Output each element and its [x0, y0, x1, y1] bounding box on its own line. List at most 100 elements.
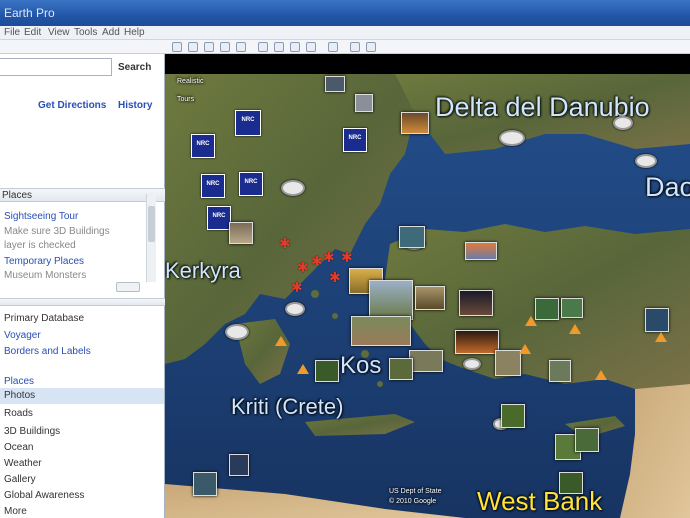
photo-bubble-icon[interactable]	[635, 154, 657, 168]
photo-thumbnail[interactable]	[389, 358, 413, 380]
places-header[interactable]: Places	[0, 188, 165, 202]
red-star-marker-icon[interactable]: ✱	[341, 250, 353, 264]
menu-file[interactable]: File	[4, 27, 20, 38]
layer-item[interactable]: Borders and Labels	[4, 346, 91, 357]
photo-thumbnail[interactable]	[351, 316, 411, 346]
photo-thumbnail[interactable]	[229, 222, 253, 244]
layer-item[interactable]: Voyager	[4, 330, 41, 341]
volcano-marker-icon[interactable]	[655, 332, 667, 342]
photo-thumbnail[interactable]	[501, 404, 525, 428]
history-icon[interactable]	[274, 42, 284, 52]
photo-bubble-icon[interactable]	[613, 116, 633, 130]
photo-thumbnail[interactable]	[315, 360, 339, 382]
places-scrollbar[interactable]	[146, 194, 156, 282]
nrc-marker-icon[interactable]: NRC	[343, 128, 367, 152]
nrc-marker-icon[interactable]: NRC	[207, 206, 231, 230]
place-label-west-bank[interactable]: West Bank	[477, 486, 602, 517]
layer-item[interactable]: Gallery	[4, 474, 36, 485]
place-label-dao[interactable]: Dao	[645, 172, 690, 203]
layer-item[interactable]: Ocean	[4, 442, 33, 453]
email-icon[interactable]	[350, 42, 360, 52]
sidebar-toggle-icon[interactable]	[172, 42, 182, 52]
red-star-marker-icon[interactable]: ✱	[323, 250, 335, 264]
path-icon[interactable]	[220, 42, 230, 52]
photo-bubble-icon[interactable]	[225, 324, 249, 340]
photo-bubble-icon[interactable]	[281, 180, 305, 196]
layer-item-selected[interactable]: Photos	[0, 388, 164, 404]
photo-thumbnail[interactable]	[561, 298, 583, 318]
photo-thumbnail[interactable]	[409, 350, 443, 372]
photo-thumbnail[interactable]	[459, 290, 493, 316]
photo-thumbnail[interactable]	[325, 76, 345, 92]
menu-edit[interactable]: Edit	[24, 27, 41, 38]
places-scrollbar-thumb[interactable]	[148, 206, 155, 242]
photo-bubble-icon[interactable]	[499, 130, 525, 146]
overlay-icon[interactable]	[236, 42, 246, 52]
red-star-marker-icon[interactable]: ✱	[291, 280, 303, 294]
photo-bubble-icon[interactable]	[285, 302, 305, 316]
layer-item[interactable]: Primary Database	[4, 313, 84, 324]
red-star-marker-icon[interactable]: ✱	[311, 254, 323, 268]
photo-thumbnail[interactable]	[369, 280, 413, 320]
layers-header[interactable]	[0, 298, 165, 306]
photo-thumbnail[interactable]	[575, 428, 599, 452]
search-button[interactable]: Search	[118, 62, 151, 73]
menu-view[interactable]: View	[48, 27, 70, 38]
menu-help[interactable]: Help	[124, 27, 145, 38]
volcano-marker-icon[interactable]	[297, 364, 309, 374]
photo-thumbnail[interactable]	[229, 454, 249, 476]
places-nav-buttons[interactable]	[116, 282, 140, 292]
nrc-marker-icon[interactable]: NRC	[201, 174, 225, 198]
history-link[interactable]: History	[118, 100, 152, 111]
photo-thumbnail[interactable]	[415, 286, 445, 310]
volcano-marker-icon[interactable]	[275, 336, 287, 346]
photo-thumbnail[interactable]	[465, 242, 497, 260]
layer-item[interactable]: More	[4, 506, 27, 517]
volcano-marker-icon[interactable]	[595, 370, 607, 380]
tour-icon[interactable]	[258, 42, 268, 52]
layer-item[interactable]: Weather	[4, 458, 42, 469]
layer-item[interactable]: Places	[4, 376, 34, 387]
get-directions-link[interactable]: Get Directions	[38, 100, 106, 111]
menu-add[interactable]: Add	[102, 27, 120, 38]
nrc-marker-icon[interactable]: NRC	[239, 172, 263, 196]
layer-item[interactable]: Roads	[4, 408, 33, 419]
photo-thumbnail[interactable]	[495, 350, 521, 376]
layer-item[interactable]: Global Awareness	[4, 490, 84, 501]
search-input[interactable]	[0, 58, 112, 76]
print-icon[interactable]	[366, 42, 376, 52]
place-label-kriti[interactable]: Kriti (Crete)	[231, 394, 343, 420]
photo-thumbnail[interactable]	[401, 112, 429, 134]
red-star-marker-icon[interactable]: ✱	[279, 236, 291, 250]
photo-thumbnail[interactable]	[399, 226, 425, 248]
photo-thumbnail[interactable]	[559, 472, 583, 494]
photo-thumbnail[interactable]	[193, 472, 217, 496]
red-star-marker-icon[interactable]: ✱	[297, 260, 309, 274]
photo-thumbnail[interactable]	[455, 330, 499, 354]
polygon-icon[interactable]	[204, 42, 214, 52]
placemark-icon[interactable]	[188, 42, 198, 52]
place-label-kos[interactable]: Kos	[340, 352, 381, 380]
menu-tools[interactable]: Tools	[74, 27, 97, 38]
sun-icon[interactable]	[290, 42, 300, 52]
nrc-marker-icon[interactable]: NRC	[191, 134, 215, 158]
photo-thumbnail[interactable]	[535, 298, 559, 320]
nrc-marker-icon[interactable]: NRC	[235, 110, 261, 136]
ruler-icon[interactable]	[328, 42, 338, 52]
volcano-marker-icon[interactable]	[519, 344, 531, 354]
place-item[interactable]: Sightseeing Tour	[4, 211, 78, 222]
place-label-kerkyra[interactable]: Kerkyra	[165, 258, 241, 284]
photo-bubble-icon[interactable]	[463, 358, 481, 370]
red-star-marker-icon[interactable]: ✱	[329, 270, 341, 284]
place-item[interactable]: Temporary Places	[4, 256, 84, 267]
photo-thumbnail[interactable]	[549, 360, 571, 382]
volcano-marker-icon[interactable]	[569, 324, 581, 334]
volcano-marker-icon[interactable]	[525, 316, 537, 326]
places-header-label: Places	[2, 190, 33, 201]
layer-item[interactable]: 3D Buildings	[4, 426, 60, 437]
photo-thumbnail[interactable]	[645, 308, 669, 332]
toolbar	[0, 40, 690, 54]
earth-view[interactable]: Realistic Tours Delta del Danubio Dao Ke…	[165, 54, 690, 518]
planet-icon[interactable]	[306, 42, 316, 52]
photo-thumbnail[interactable]	[355, 94, 373, 112]
